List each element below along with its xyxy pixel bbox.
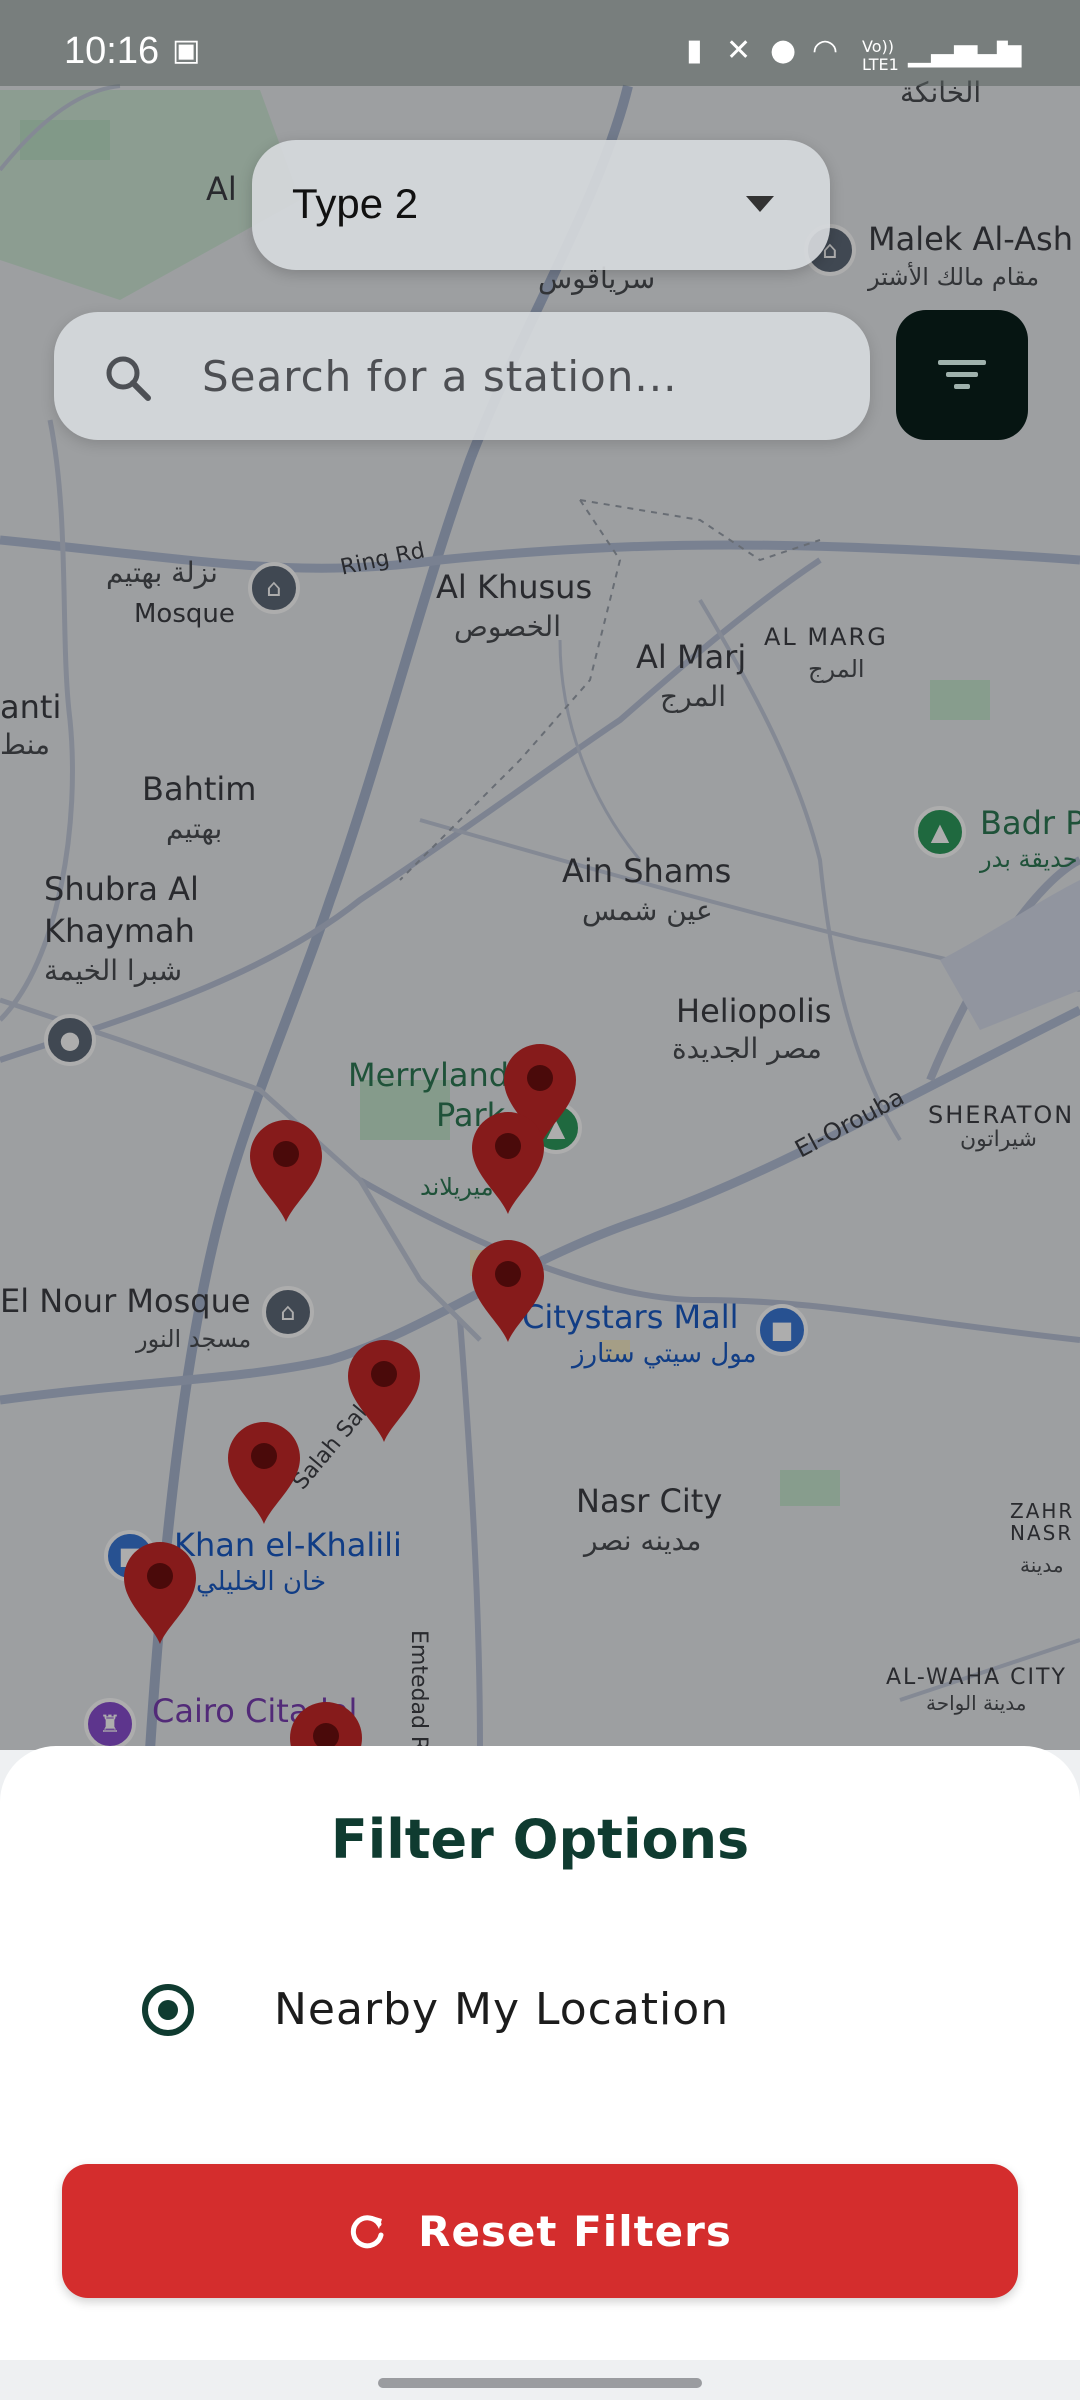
caret-down-icon xyxy=(746,196,774,212)
location-icon: ● xyxy=(770,33,797,68)
sheet-title: Filter Options xyxy=(330,1808,750,1871)
wifi-icon: ◠ xyxy=(812,33,839,68)
search-input[interactable] xyxy=(200,342,844,410)
radio-selected-dot xyxy=(158,2000,178,2020)
signal-icon: ▁▃▅ xyxy=(952,33,1022,68)
search-box[interactable] xyxy=(54,312,870,440)
home-gesture-handle[interactable] xyxy=(378,2378,702,2388)
refresh-icon xyxy=(351,2215,384,2249)
battery-icon: ▮ xyxy=(994,33,1011,68)
filter-button[interactable] xyxy=(896,310,1028,440)
filter-icon xyxy=(938,360,986,389)
connector-type-value: Type 2 xyxy=(292,180,419,227)
search-icon xyxy=(106,356,151,401)
mute-icon: ✕ xyxy=(726,33,752,68)
filter-options-sheet: Filter Options Nearby My Location Reset … xyxy=(0,1746,1080,2360)
image-icon: ▣ xyxy=(172,33,201,68)
navigation-bar xyxy=(0,2360,1080,2400)
volte-icon: Vo)) LTE1 xyxy=(862,37,899,74)
nearby-location-radio[interactable] xyxy=(142,1984,194,2036)
reset-filters-label: Reset Filters xyxy=(418,2206,732,2256)
battery-saver-icon: ▮ xyxy=(686,33,703,68)
connector-type-dropdown[interactable]: Type 2 xyxy=(252,140,830,270)
nearby-location-label[interactable]: Nearby My Location xyxy=(274,1984,729,2035)
reset-filters-button[interactable]: Reset Filters xyxy=(62,2164,1018,2298)
status-bar: 10:16 ▣ ▮ ✕ ● ◠ Vo)) LTE1 ▁▃▅ ▁▃▅ ▮ xyxy=(0,0,1080,86)
status-time: 10:16 xyxy=(64,30,160,72)
